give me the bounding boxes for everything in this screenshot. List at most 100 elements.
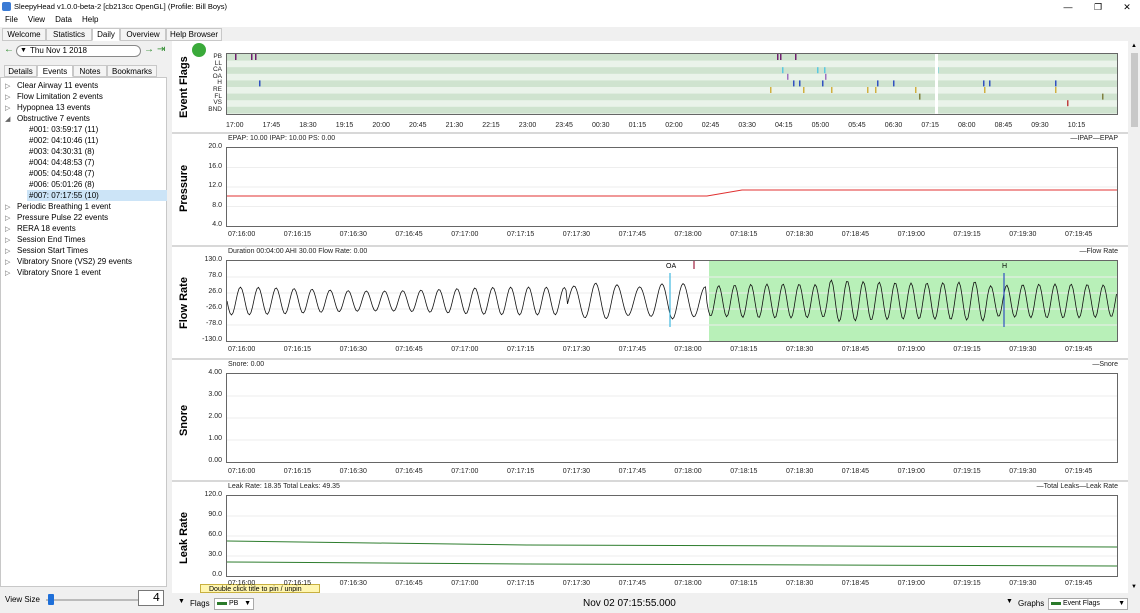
y-tick-label: 120.0 [204,491,222,498]
close-button[interactable]: ✕ [1112,0,1140,14]
list-item[interactable]: ▷ Vibratory Snore (VS2) 29 events [5,256,132,267]
graphs-dropdown-icon[interactable]: ▼ [1006,598,1013,605]
list-item[interactable]: #006: 05:01:26 (8) [29,179,94,190]
list-item[interactable]: ▷ RERA 18 events [5,223,76,234]
y-tick-label: 12.0 [208,182,222,189]
flag-mark [777,54,779,60]
flags-combo[interactable]: PB ▼ [214,598,254,610]
maximize-button[interactable]: ❐ [1083,0,1113,14]
list-item[interactable]: ▷ Hypopnea 13 events [5,102,90,113]
flag-mark [983,80,985,87]
x-tick-label: 07:16:00 [228,580,256,587]
list-item[interactable]: ▷ Flow Limitation 2 events [5,91,103,102]
leak-rate-plot[interactable] [226,495,1118,577]
list-item[interactable]: ▷ Session Start Times [5,245,88,256]
flags-dropdown-icon[interactable]: ▼ [178,598,185,605]
snore-plot[interactable] [226,373,1118,463]
menu-data[interactable]: Data [50,14,77,24]
y-tick-label: -26.0 [206,304,222,311]
graph-legend: —Flow Rate [1079,248,1118,255]
dropdown-arrow-icon: ▼ [20,47,27,54]
scroll-down-icon[interactable]: ▼ [1131,584,1137,590]
pressure-plot[interactable] [226,147,1118,227]
list-item[interactable]: #004: 04:48:53 (7) [29,157,94,168]
tab-welcome[interactable]: Welcome [2,28,46,41]
list-item[interactable]: ▷ Periodic Breathing 1 event [5,201,111,212]
x-tick-label: 07:16:30 [339,468,367,475]
list-item[interactable]: #005: 04:50:48 (7) [29,168,94,179]
x-tick-label: 07:16:00 [228,468,256,475]
flag-row-band [227,93,1117,101]
event-marker-label: H [1002,263,1007,270]
list-item[interactable]: #003: 04:30:31 (8) [29,146,94,157]
menu-help[interactable]: Help [77,14,103,24]
x-tick-label: 07:19:00 [897,346,925,353]
tab-notes[interactable]: Notes [73,65,107,77]
event-flags-plot[interactable] [226,53,1118,115]
x-tick-label: 07:18:30 [786,580,814,587]
tab-statistics[interactable]: Statistics [46,28,92,41]
list-item[interactable]: ▷ Session End Times [5,234,85,245]
tab-details[interactable]: Details [4,65,37,77]
date-picker[interactable]: ▼ Thu Nov 1 2018 [16,45,141,57]
list-item[interactable]: ▷ Vibratory Snore 1 event [5,267,101,278]
x-tick-label: 07:16:15 [283,346,312,353]
y-tick-label: 0.0 [212,571,222,578]
x-tick-label: 07:19:15 [953,346,981,353]
x-tick-label: 07:19:30 [1009,346,1037,353]
current-datetime: Nov 02 07:15:55.000 [583,598,676,609]
x-tick-label: 23:45 [555,122,573,129]
tab-bookmarks[interactable]: Bookmarks [107,65,157,77]
tab-help-browser[interactable]: Help Browser [166,28,222,41]
y-tick-label: -78.0 [206,320,222,327]
y-tick-label: -130.0 [202,336,222,343]
x-tick-label: 20:00 [372,122,390,129]
flag-mark [780,54,782,60]
graph-legend: —Snore [1092,361,1118,368]
x-tick-label: 07:19:00 [897,468,925,475]
flag-mark [877,80,879,87]
next-day-icon[interactable]: → [144,44,154,55]
tab-events[interactable]: Events [37,65,73,77]
flow-rate-plot[interactable]: OA H [226,260,1118,342]
list-item[interactable]: ◢ Obstructive 7 events [5,113,90,124]
graph-title: Leak Rate [178,512,190,564]
x-tick-label: 19:15 [335,122,354,129]
x-tick-label: 20:45 [409,122,427,129]
x-tick-label: 05:45 [848,122,866,129]
menu-file[interactable]: File [0,14,23,24]
list-item[interactable]: ▷ Pressure Pulse 22 events [5,212,108,223]
slider-handle[interactable] [48,594,54,605]
y-tick-label: 0.00 [208,457,222,464]
view-size-input[interactable]: 4 [138,590,164,606]
vertical-scrollbar[interactable]: ▲ ▼ [1129,41,1140,593]
graph-title: Flow Rate [178,277,190,329]
x-tick-label: 07:19:30 [1009,468,1037,475]
total-leaks-line [227,540,1117,548]
tab-daily[interactable]: Daily [92,28,120,41]
leak-rate-line [227,561,1117,567]
prev-day-icon[interactable]: ← [4,44,14,55]
tab-overview[interactable]: Overview [120,28,166,41]
last-day-icon[interactable]: ⇥ [157,44,165,55]
color-swatch [217,601,227,605]
list-item[interactable]: #002: 04:10:46 (11) [29,135,98,146]
pin-icon[interactable] [192,43,206,57]
x-tick-label: 07:16:15 [283,231,312,238]
y-tick-label: 30.0 [208,551,222,558]
list-item-selected[interactable]: #007: 07:17:55 (10) [27,190,167,201]
x-tick-label: 07:19:45 [1065,580,1093,587]
flag-mark [817,67,819,74]
graph-header: Snore: 0.00 [228,361,265,368]
scroll-up-icon[interactable]: ▲ [1131,43,1137,49]
list-item[interactable]: #001: 03:59:17 (11) [29,124,98,135]
x-tick-label: 07:17:15 [507,468,535,475]
list-item[interactable]: ▷ Clear Airway 11 events [5,80,98,91]
x-tick-label: 00:30 [592,122,610,129]
minimize-button[interactable]: — [1053,0,1083,14]
graphs-combo[interactable]: Event Flags ▼ [1048,598,1128,610]
graph-header: Leak Rate: 18.35 Total Leaks: 49.35 [228,483,340,490]
menu-view[interactable]: View [23,14,50,24]
graph-header: Duration 00:04:00 AHI 30.00 Flow Rate: 0… [228,248,368,255]
scroll-thumb[interactable] [1131,53,1138,127]
